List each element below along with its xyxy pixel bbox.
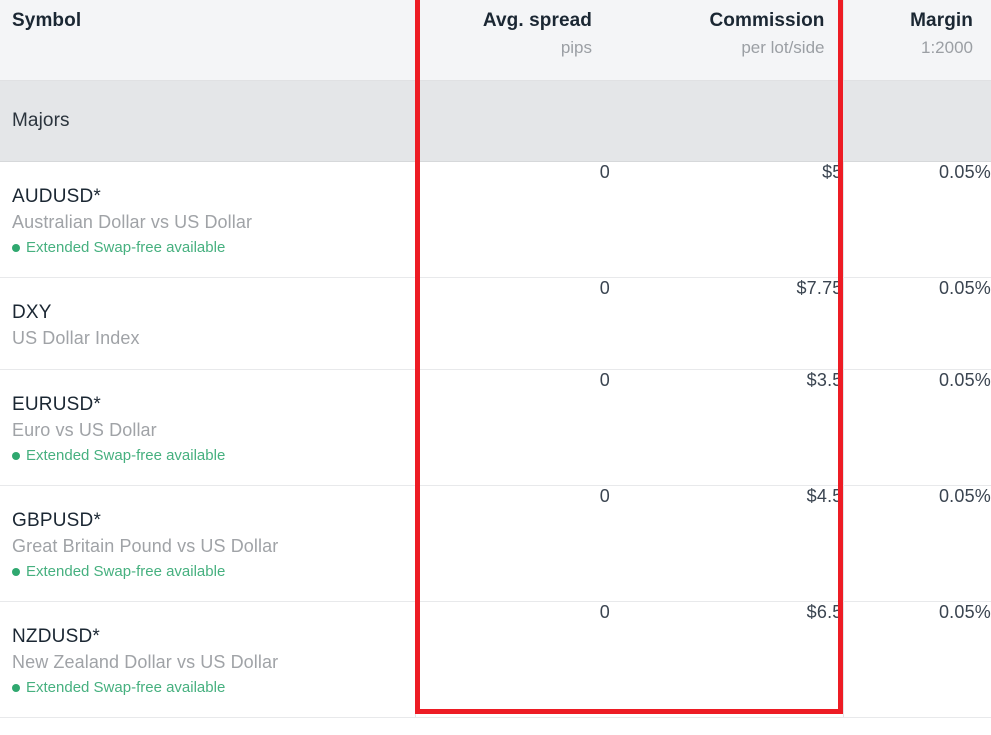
row-cell-spread: 0 [414,161,610,278]
swap-free-badge: Extended Swap-free available [12,445,403,467]
row-cell-spread: 0 [414,485,610,602]
header-cell-spread[interactable]: Avg. spread pips [414,0,610,81]
symbol-description: Australian Dollar vs US Dollar [12,211,253,232]
symbol-code: AUDUSD* [12,185,102,207]
header-cell-commission[interactable]: Commission per lot/side [610,0,843,81]
symbol-code: NZDUSD* [12,625,100,647]
header-title-symbol: Symbol [12,10,82,31]
table-row[interactable]: GBPUSD* Great Britain Pound vs US Dollar… [0,485,991,602]
group-cell-margin [842,79,991,162]
row-cell-spread: 0 [414,369,610,486]
symbol-specification-table-screenshot: Symbol Avg. spread pips Commission per l… [0,0,991,735]
row-cell-margin: 0.05% [842,485,991,602]
header-cell-margin[interactable]: Margin 1:2000 [842,0,991,81]
row-cell-commission: $6.5 [610,601,843,718]
header-cell-symbol[interactable]: Symbol [0,0,415,81]
symbol-description: Great Britain Pound vs US Dollar [12,535,279,556]
symbol-code: EURUSD* [12,393,102,415]
row-cell-symbol[interactable]: EURUSD* Euro vs US Dollar Extended Swap-… [0,369,415,486]
row-cell-spread: 0 [414,601,610,718]
row-cell-commission: $4.5 [610,485,843,602]
row-cell-margin: 0.05% [842,277,991,370]
group-row-majors: Majors [0,79,991,162]
status-dot-icon [12,451,20,460]
symbol-code: DXY [12,301,52,323]
row-cell-margin: 0.05% [842,369,991,486]
table-row[interactable]: DXY US Dollar Index 0 $7.75 0.05% [0,277,991,370]
table-row[interactable]: EURUSD* Euro vs US Dollar Extended Swap-… [0,369,991,486]
header-title-commission: Commission [709,10,825,31]
status-dot-icon [12,567,20,576]
symbol-description: New Zealand Dollar vs US Dollar [12,651,279,672]
header-title-spread: Avg. spread [482,10,592,31]
row-cell-commission: $5 [610,161,843,278]
swap-free-label: Extended Swap-free available [26,446,226,464]
swap-free-label: Extended Swap-free available [26,238,226,256]
swap-free-label: Extended Swap-free available [26,678,226,696]
group-label: Majors [12,109,70,131]
row-cell-symbol[interactable]: NZDUSD* New Zealand Dollar vs US Dollar … [0,601,415,718]
table-header: Symbol Avg. spread pips Commission per l… [0,0,991,81]
group-cell-commission [610,79,843,162]
row-cell-spread: 0 [414,277,610,370]
status-dot-icon [12,683,20,692]
row-cell-symbol[interactable]: GBPUSD* Great Britain Pound vs US Dollar… [0,485,415,602]
group-cell-label: Majors [0,79,415,162]
row-cell-margin: 0.05% [842,161,991,278]
group-cell-spread [414,79,610,162]
row-cell-symbol[interactable]: DXY US Dollar Index [0,277,415,370]
table-row[interactable]: AUDUSD* Australian Dollar vs US Dollar E… [0,161,991,278]
header-title-margin: Margin [910,10,973,31]
row-cell-margin: 0.05% [842,601,991,718]
symbol-description: Euro vs US Dollar [12,419,157,440]
row-cell-symbol[interactable]: AUDUSD* Australian Dollar vs US Dollar E… [0,161,415,278]
symbol-description: US Dollar Index [12,327,140,348]
header-row: Symbol Avg. spread pips Commission per l… [0,0,991,81]
row-cell-commission: $3.5 [610,369,843,486]
table-body: Majors AUDUSD* Australian Dollar vs US D… [0,79,991,718]
row-cell-commission: $7.75 [610,277,843,370]
header-subtitle-commission: per lot/side [741,38,825,57]
symbol-code: GBPUSD* [12,509,102,531]
trading-instruments-table: Symbol Avg. spread pips Commission per l… [0,0,991,718]
table-row[interactable]: NZDUSD* New Zealand Dollar vs US Dollar … [0,601,991,718]
header-subtitle-spread: pips [560,38,592,57]
swap-free-label: Extended Swap-free available [26,562,226,580]
header-subtitle-margin: 1:2000 [921,38,973,57]
swap-free-badge: Extended Swap-free available [12,561,403,583]
status-dot-icon [12,243,20,252]
swap-free-badge: Extended Swap-free available [12,237,403,259]
swap-free-badge: Extended Swap-free available [12,677,403,699]
